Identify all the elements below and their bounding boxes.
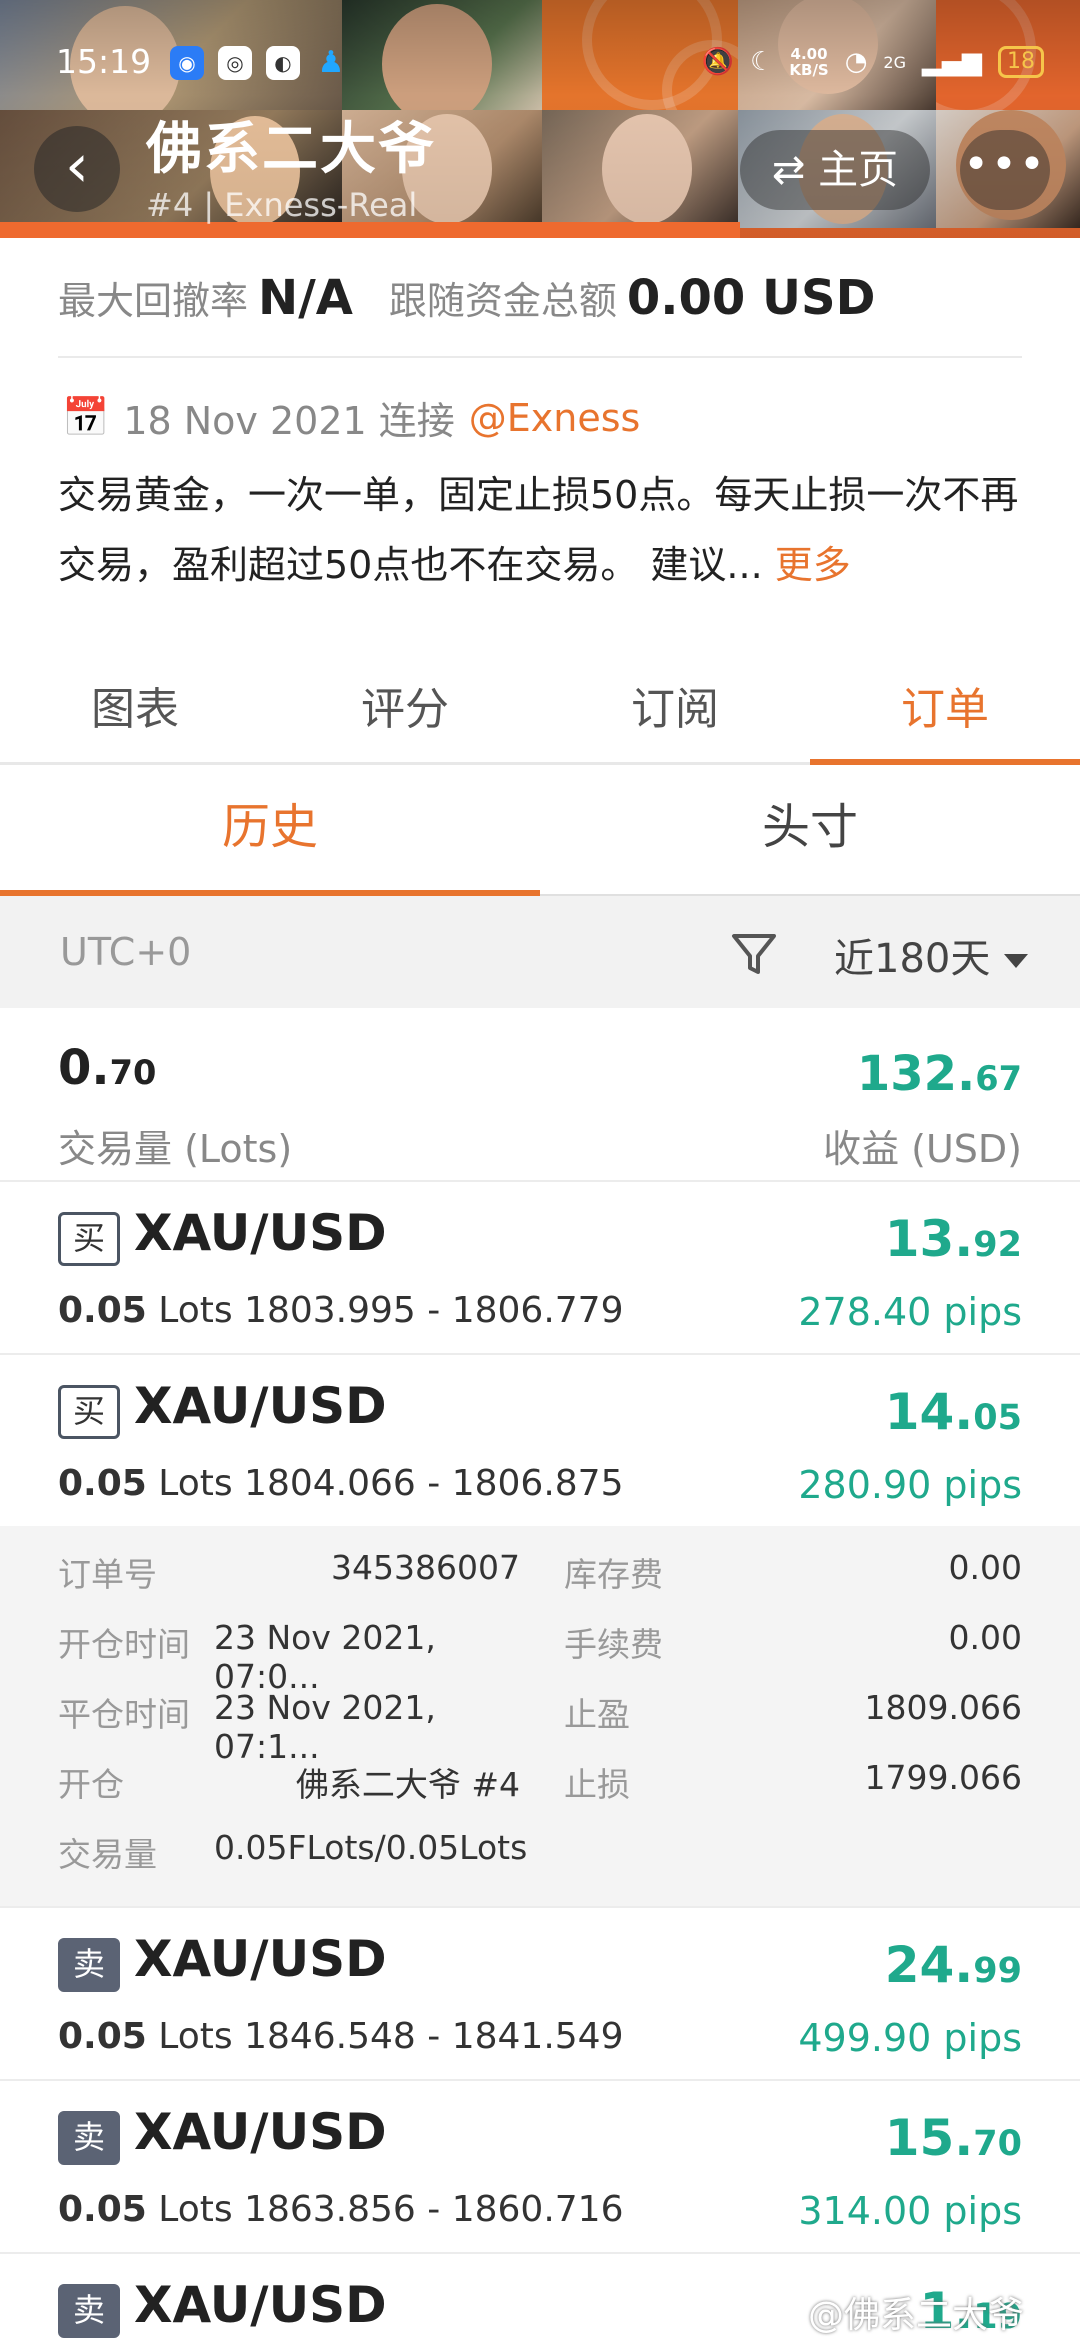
battery-icon: 18: [998, 46, 1044, 78]
metrics-row: 最大回撤率 N/A 跟随资金总额 0.00 USD: [58, 270, 875, 326]
open-time-label: 开仓时间: [58, 1625, 190, 1664]
open-time-value: 23 Nov 2021, 07:0...: [214, 1618, 436, 1696]
tab-orders[interactable]: 订单: [810, 660, 1080, 765]
range-dropdown[interactable]: 近180天: [834, 926, 1029, 984]
drawdown-value: N/A: [258, 270, 353, 326]
caret-down-icon: [1004, 954, 1029, 968]
commission-label: 手续费: [564, 1625, 663, 1664]
chevron-left-icon: ‹: [65, 131, 89, 201]
tab-chart[interactable]: 图表: [0, 660, 270, 762]
commission-value: 0.00: [948, 1618, 1022, 1657]
android-icon: ◉: [170, 46, 204, 80]
watermark: @佛系二大爷: [808, 2295, 1025, 2336]
subtab-positions[interactable]: 头寸: [540, 762, 1080, 894]
timezone-label: UTC+0: [60, 930, 192, 974]
trader-name: 佛系二大爷: [146, 117, 436, 182]
moon-icon: ☾: [750, 47, 774, 77]
home-button[interactable]: ⇄ 主页: [740, 130, 930, 210]
side-badge: 卖: [58, 2111, 120, 2165]
more-dots-icon: •••: [963, 139, 1047, 190]
order-lots-prices: 0.05 Lots 1803.995 - 1806.779: [58, 1290, 624, 1331]
connect-row: 📅 18 Nov 2021 连接 @Exness: [62, 390, 640, 445]
stop-loss-value: 1799.066: [864, 1758, 1022, 1797]
side-badge: 卖: [58, 2284, 120, 2338]
total-volume-label: 交易量 (Lots): [58, 1127, 293, 1171]
strategy-description: 交易黄金，一次一单，固定止损50点。每天止损一次不再交易，盈利超过50点也不在交…: [58, 473, 1019, 587]
main-tabs: 图表 评分 订阅 订单: [0, 660, 1080, 765]
side-badge: 卖: [58, 1938, 120, 1992]
order-pips: 314.00 pips: [798, 2189, 1022, 2233]
order-symbol: XAU/USD: [134, 1377, 387, 1435]
order-symbol: XAU/USD: [134, 1204, 387, 1262]
open-by-label: 开仓: [58, 1765, 124, 1804]
tab-rating[interactable]: 评分: [270, 660, 540, 762]
follow-funds-value: 0.00 USD: [626, 270, 876, 326]
connect-date: 18 Nov 2021 连接: [123, 399, 455, 443]
swap-icon: ⇄: [771, 147, 806, 193]
side-badge: 买: [58, 1212, 120, 1266]
side-badge: 买: [58, 1385, 120, 1439]
order-profit: 13.92: [884, 1210, 1022, 1268]
broker-link[interactable]: @Exness: [469, 396, 641, 440]
order-no-label: 订单号: [58, 1555, 157, 1594]
tab-subscribe[interactable]: 订阅: [540, 660, 810, 762]
status-notification-icons: ◉ ◎ ◐ ♟: [170, 46, 348, 80]
order-pips: 280.90 pips: [798, 1463, 1022, 1507]
divider: [58, 356, 1022, 358]
order-subtabs: 历史 头寸: [0, 762, 1080, 898]
qq-icon: ♟: [317, 45, 345, 80]
follow-funds-label: 跟随资金总额: [388, 279, 617, 323]
take-profit-label: 止盈: [564, 1695, 630, 1734]
open-by-value: 佛系二大爷 #4: [295, 1765, 520, 1804]
swap-label: 库存费: [564, 1555, 663, 1594]
browser-icon: ◎: [218, 46, 252, 80]
volume-label: 交易量: [58, 1835, 157, 1874]
status-time: 15:19: [56, 42, 152, 81]
order-no-value: 345386007: [331, 1548, 520, 1587]
network-type: 2G: [883, 52, 906, 72]
more-button[interactable]: •••: [960, 130, 1050, 210]
order-symbol: XAU/USD: [134, 1930, 387, 1988]
stop-loss-label: 止损: [564, 1765, 630, 1804]
order-symbol: XAU/USD: [134, 2276, 387, 2334]
close-time-label: 平仓时间: [58, 1695, 190, 1734]
close-time-value: 23 Nov 2021, 07:1...: [214, 1688, 436, 1766]
chrome-icon: ◐: [266, 46, 300, 80]
order-pips: 278.40 pips: [798, 1290, 1022, 1334]
order-profit: 14.05: [884, 1383, 1022, 1441]
order-lots-prices: 0.05 Lots 1846.548 - 1841.549: [58, 2016, 624, 2057]
order-profit: 24.99: [884, 1936, 1022, 1994]
order-profit: 15.70: [884, 2109, 1022, 2167]
drawdown-label: 最大回撤率: [58, 279, 249, 323]
order-row[interactable]: 卖 XAU/USD 0.05 Lots 1863.856 - 1860.716 …: [0, 2079, 1080, 2253]
take-profit-value: 1809.066: [864, 1688, 1022, 1727]
volume-value: 0.05FLots/0.05Lots: [214, 1828, 528, 1867]
mute-icon: 🔕: [701, 47, 735, 77]
account-subtitle: #4 | Exness-Real: [146, 186, 418, 224]
order-symbol: XAU/USD: [134, 2103, 387, 2161]
order-pips: 499.90 pips: [798, 2016, 1022, 2060]
calendar-icon: 📅: [62, 395, 110, 439]
order-row[interactable]: 买 XAU/USD 0.05 Lots 1804.066 - 1806.875 …: [0, 1353, 1080, 1527]
swap-value: 0.00: [948, 1548, 1022, 1587]
order-lots-prices: 0.05 Lots 1804.066 - 1806.875: [58, 1463, 624, 1504]
order-row[interactable]: 卖 XAU/USD 0.05 Lots 1846.548 - 1841.549 …: [0, 1906, 1080, 2080]
subtab-history[interactable]: 历史: [0, 762, 540, 898]
header-accent-strip: [0, 222, 740, 238]
net-speed: 4.00 KB/S: [789, 45, 829, 79]
total-profit-label: 收益 (USD): [823, 1127, 1022, 1171]
status-system-icons: 🔕 ☾ 4.00 KB/S ◔ 2G ▂▄▆ 18: [702, 42, 1044, 82]
filter-icon[interactable]: [728, 928, 780, 980]
wifi-icon: ◔: [844, 47, 868, 77]
signal-icon: ▂▄▆: [922, 47, 982, 77]
order-lots-prices: 0.05 Lots 1863.856 - 1860.716: [58, 2189, 624, 2230]
total-volume: 0.70: [58, 1040, 157, 1096]
back-button[interactable]: ‹: [34, 126, 120, 212]
total-profit: 132.67: [856, 1046, 1022, 1102]
order-detail-panel: 订单号 345386007 库存费 0.00 开仓时间 23 Nov 2021,…: [0, 1526, 1080, 1906]
more-link[interactable]: 更多: [775, 543, 851, 587]
order-row[interactable]: 买 XAU/USD 0.05 Lots 1803.995 - 1806.779 …: [0, 1180, 1080, 1354]
